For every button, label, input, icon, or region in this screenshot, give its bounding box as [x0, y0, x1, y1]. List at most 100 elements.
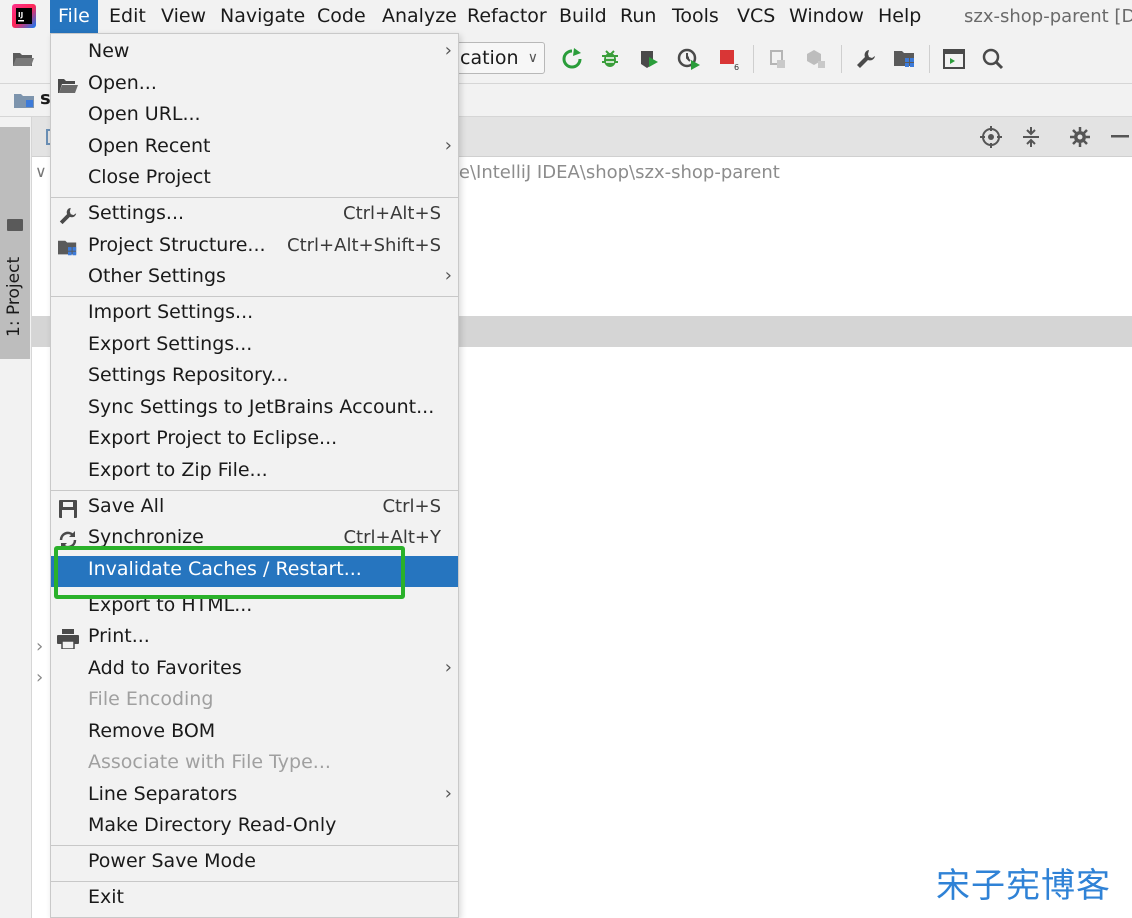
rerun-icon[interactable]	[559, 46, 585, 72]
menu-separator	[51, 881, 458, 882]
menu-item-export-eclipse[interactable]: Export Project to Eclipse...	[51, 425, 458, 456]
stop-icon[interactable]: 6	[716, 46, 742, 72]
menu-tools[interactable]: Tools	[664, 0, 727, 33]
tree-collapsed-chevron-icon[interactable]: ›	[36, 636, 43, 657]
toolbar-separator	[753, 45, 754, 73]
menu-item-new[interactable]: New ›	[51, 38, 458, 69]
menu-item-open[interactable]: Open...	[51, 70, 458, 101]
menu-item-label: Add to Favorites	[88, 657, 242, 679]
terminal-icon[interactable]	[941, 46, 967, 72]
project-folder-icon	[14, 94, 34, 108]
toolbar-separator	[929, 45, 930, 73]
menu-item-label: Export to Zip File...	[88, 459, 268, 481]
submenu-arrow-icon: ›	[444, 40, 452, 61]
tree-expand-chevron-icon[interactable]: ∨	[35, 162, 47, 181]
folder-open-icon	[57, 75, 79, 97]
menu-item-label: Export to HTML...	[88, 594, 253, 616]
menu-help[interactable]: Help	[870, 0, 929, 33]
menu-view[interactable]: View	[153, 0, 214, 33]
chevron-down-icon: ∨	[527, 50, 538, 66]
svg-text:IJ: IJ	[18, 11, 23, 19]
menu-separator	[51, 490, 458, 491]
project-structure-icon[interactable]	[803, 46, 829, 72]
menu-item-power-save[interactable]: Power Save Mode	[51, 848, 458, 879]
coverage-icon[interactable]	[636, 46, 662, 72]
menu-item-label: File Encoding	[88, 688, 214, 710]
menu-item-label: Synchronize	[88, 526, 204, 548]
menu-item-exit[interactable]: Exit	[51, 884, 458, 915]
menu-separator	[51, 845, 458, 846]
menu-item-remove-bom[interactable]: Remove BOM	[51, 718, 458, 749]
menu-item-project-structure[interactable]: Project Structure... Ctrl+Alt+Shift+S	[51, 232, 458, 263]
menu-item-shortcut: Ctrl+Alt+Shift+S	[287, 235, 441, 256]
menu-item-label: Settings Repository...	[88, 364, 289, 386]
menu-code[interactable]: Code	[309, 0, 374, 33]
menu-item-print[interactable]: Print...	[51, 623, 458, 654]
menu-item-label: Make Directory Read-Only	[88, 814, 337, 836]
svg-text:6: 6	[734, 63, 739, 71]
menu-item-settings[interactable]: Settings... Ctrl+Alt+S	[51, 200, 458, 231]
wrench-icon[interactable]	[853, 46, 879, 72]
tree-collapsed-chevron-icon[interactable]: ›	[36, 667, 43, 688]
menu-item-save-all[interactable]: Save All Ctrl+S	[51, 493, 458, 524]
menu-item-export-html[interactable]: Export to HTML...	[51, 592, 458, 623]
profile-icon[interactable]	[676, 46, 702, 72]
menu-item-label: Export Project to Eclipse...	[88, 427, 338, 449]
search-icon[interactable]	[980, 46, 1006, 72]
menu-file[interactable]: File	[50, 0, 98, 33]
menu-item-open-recent[interactable]: Open Recent ›	[51, 133, 458, 164]
menu-item-label: Print...	[88, 625, 150, 647]
menu-item-associate-file-type: Associate with File Type...	[51, 749, 458, 780]
gear-icon[interactable]	[1068, 125, 1092, 149]
menu-item-shortcut: Ctrl+S	[382, 496, 441, 517]
menu-item-synchronize[interactable]: Synchronize Ctrl+Alt+Y	[51, 524, 458, 555]
menu-item-settings-repository[interactable]: Settings Repository...	[51, 362, 458, 393]
menu-item-invalidate-caches[interactable]: Invalidate Caches / Restart...	[51, 556, 458, 587]
menu-vcs[interactable]: VCS	[729, 0, 783, 33]
menu-item-label: Other Settings	[88, 265, 226, 287]
menu-analyze[interactable]: Analyze	[374, 0, 465, 33]
menu-build[interactable]: Build	[551, 0, 615, 33]
save-icon	[57, 498, 79, 520]
locate-target-icon[interactable]	[979, 125, 1003, 149]
menu-item-label: Settings...	[88, 202, 185, 224]
toolbar-separator	[841, 45, 842, 73]
wrench-icon	[57, 205, 79, 227]
intellij-logo-icon[interactable]: IJ	[12, 4, 36, 28]
menu-item-line-separators[interactable]: Line Separators ›	[51, 781, 458, 812]
menu-item-label: Save All	[88, 495, 165, 517]
menu-separator	[51, 296, 458, 297]
debug-icon[interactable]	[597, 46, 623, 72]
folder-icon	[7, 219, 23, 231]
sdk-folder-icon[interactable]	[892, 46, 918, 72]
menu-run[interactable]: Run	[612, 0, 664, 33]
menu-item-add-favorites[interactable]: Add to Favorites ›	[51, 655, 458, 686]
menu-item-label: Invalidate Caches / Restart...	[88, 558, 362, 580]
menu-item-open-url[interactable]: Open URL...	[51, 101, 458, 132]
project-tool-tab[interactable]: 1: Project	[0, 127, 30, 359]
menu-item-label: Associate with File Type...	[88, 751, 331, 773]
menu-item-export-zip[interactable]: Export to Zip File...	[51, 457, 458, 488]
collapse-all-icon[interactable]	[1019, 125, 1043, 149]
menu-item-export-settings[interactable]: Export Settings...	[51, 331, 458, 362]
run-configuration-select[interactable]: cation ∨	[453, 42, 545, 74]
menu-item-other-settings[interactable]: Other Settings ›	[51, 263, 458, 294]
menu-window[interactable]: Window	[781, 0, 872, 33]
minimize-icon[interactable]	[1108, 125, 1132, 149]
sync-icon	[57, 529, 79, 551]
menu-item-label: Sync Settings to JetBrains Account...	[88, 396, 435, 418]
menu-item-import-settings[interactable]: Import Settings...	[51, 299, 458, 330]
open-folder-icon[interactable]	[10, 46, 36, 72]
menu-item-make-read-only[interactable]: Make Directory Read-Only	[51, 812, 458, 843]
menu-item-close-project[interactable]: Close Project	[51, 164, 458, 195]
menu-navigate[interactable]: Navigate	[212, 0, 313, 33]
menu-item-label: Power Save Mode	[88, 850, 256, 872]
menu-edit[interactable]: Edit	[101, 0, 154, 33]
menu-item-sync-settings[interactable]: Sync Settings to JetBrains Account...	[51, 394, 458, 425]
menu-item-shortcut: Ctrl+Alt+S	[343, 203, 441, 224]
menu-bar: IJ File Edit View Navigate Code Analyze …	[0, 0, 1132, 33]
menu-item-label: Open Recent	[88, 135, 211, 157]
build-icon[interactable]	[765, 46, 791, 72]
menu-item-label: Exit	[88, 886, 124, 908]
menu-refactor[interactable]: Refactor	[459, 0, 555, 33]
